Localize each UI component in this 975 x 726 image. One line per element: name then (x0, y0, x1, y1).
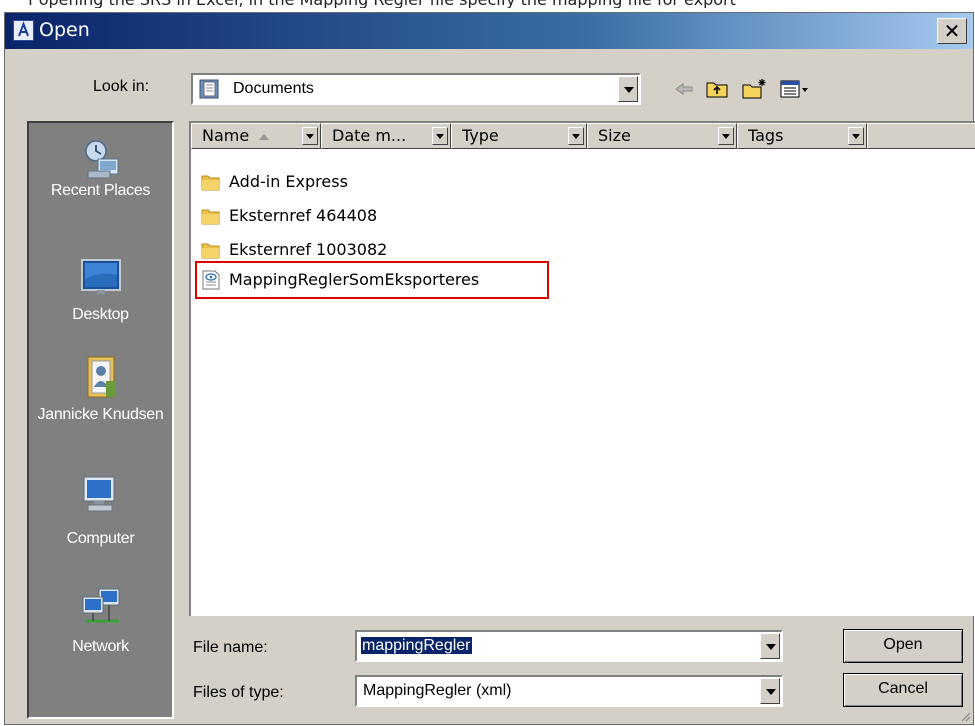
open-button[interactable]: Open (843, 629, 963, 663)
file-name: Eksternref 464408 (229, 206, 378, 225)
close-button[interactable]: ✕ (937, 18, 967, 44)
documents-folder-icon (199, 79, 219, 99)
window-title: Open (39, 19, 90, 41)
views-menu-icon[interactable] (779, 77, 811, 101)
look-in-dropdown-button[interactable] (618, 76, 638, 102)
column-filter-dropdown[interactable] (432, 127, 448, 145)
new-folder-icon[interactable] (741, 77, 769, 101)
folder-icon (201, 243, 220, 259)
network-icon (82, 588, 119, 623)
column-filter-dropdown[interactable] (848, 127, 864, 145)
file-type-dropdown-button[interactable] (760, 678, 780, 704)
close-icon: ✕ (943, 19, 961, 43)
column-filter-dropdown[interactable] (568, 127, 584, 145)
place-recent-places[interactable]: Recent Places (29, 137, 172, 200)
place-desktop[interactable]: Desktop (29, 257, 172, 324)
place-label: Recent Places (50, 182, 151, 199)
place-label: Jannicke Knudsen (37, 406, 164, 423)
look-in-combo[interactable]: Documents (191, 73, 641, 105)
folder-icon (201, 175, 220, 191)
column-filter-dropdown[interactable] (718, 127, 734, 145)
place-label: Computer (66, 530, 135, 547)
column-filter-dropdown[interactable] (302, 127, 318, 145)
resize-grip-icon[interactable] (959, 710, 971, 722)
sort-ascending-icon (259, 133, 270, 140)
file-name-label: File name: (193, 639, 268, 656)
computer-icon (83, 476, 114, 512)
column-name[interactable]: Name (191, 123, 321, 149)
user-folder-icon (87, 356, 116, 398)
title-bar[interactable]: Open ✕ (5, 13, 973, 49)
column-spacer (867, 123, 975, 149)
back-arrow-icon[interactable] (673, 77, 695, 101)
file-type-value: MappingRegler (xml) (363, 682, 512, 699)
background-document-text: f opening the SRS in Excel, in the Mappi… (0, 0, 975, 8)
file-name-input[interactable]: mappingRegler (355, 630, 783, 662)
cancel-button[interactable]: Cancel (843, 673, 963, 707)
column-type[interactable]: Type (451, 123, 587, 149)
file-type-label: Files of type: (193, 684, 284, 701)
place-label: Desktop (72, 306, 129, 323)
column-size[interactable]: Size (587, 123, 737, 149)
up-folder-icon[interactable] (705, 77, 731, 101)
file-name-dropdown-button[interactable] (760, 633, 780, 659)
column-date-modified[interactable]: Date m... (321, 123, 451, 149)
look-in-label: Look in: (93, 78, 150, 95)
file-type-select[interactable]: MappingRegler (xml) (355, 675, 783, 707)
app-icon (13, 20, 34, 41)
open-file-dialog: Open ✕ Look in: Documents Recent Places … (4, 12, 975, 725)
place-computer[interactable]: Computer (29, 473, 172, 548)
column-header-bar: Name Date m... Type Size Tags (191, 123, 975, 149)
file-name: MappingReglerSomEksporteres (229, 270, 480, 289)
place-user[interactable]: Jannicke Knudsen (29, 355, 172, 424)
look-in-value: Documents (233, 80, 314, 97)
xml-file-icon (202, 270, 220, 290)
place-label: Network (72, 638, 129, 655)
recent-places-icon (84, 140, 118, 179)
places-bar: Recent Places Desktop Jannicke Knudsen C… (27, 121, 174, 719)
file-name-value: mappingRegler (361, 637, 472, 654)
column-tags[interactable]: Tags (737, 123, 867, 149)
desktop-icon (80, 259, 121, 294)
file-list[interactable]: Name Date m... Type Size Tags Add-in Exp… (189, 121, 975, 616)
file-name: Add-in Express (229, 172, 348, 191)
folder-icon (201, 209, 220, 225)
place-network[interactable]: Network (29, 587, 172, 656)
